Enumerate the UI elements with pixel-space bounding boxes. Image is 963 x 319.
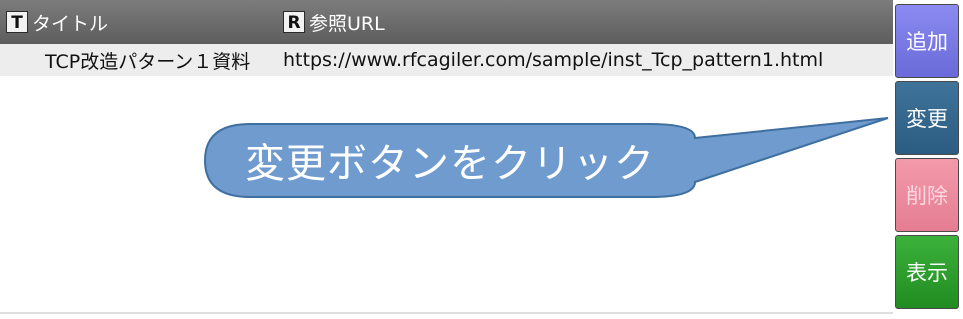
change-button[interactable]: 変更 bbox=[895, 81, 959, 155]
cell-url: https://www.rfcagiler.com/sample/inst_Tc… bbox=[283, 49, 824, 71]
text-type-icon: T bbox=[6, 11, 28, 33]
show-button[interactable]: 表示 bbox=[895, 235, 959, 309]
column-header-title[interactable]: T タイトル bbox=[6, 7, 108, 37]
add-button[interactable]: 追加 bbox=[895, 4, 959, 78]
delete-button[interactable]: 削除 bbox=[895, 158, 959, 232]
column-label-url: 参照URL bbox=[309, 12, 385, 35]
callout-text: 変更ボタンをクリック bbox=[245, 140, 655, 187]
grid-bottom-border bbox=[0, 312, 893, 314]
column-header-url[interactable]: R 参照URL bbox=[283, 7, 385, 37]
table-row[interactable]: TCP改造パターン１資料 https://www.rfcagiler.com/s… bbox=[0, 44, 893, 76]
cell-title: TCP改造パターン１資料 bbox=[45, 50, 251, 73]
column-label-title: タイトル bbox=[32, 12, 109, 35]
reference-type-icon: R bbox=[283, 11, 305, 33]
grid-header: T タイトル R 参照URL bbox=[0, 0, 893, 44]
